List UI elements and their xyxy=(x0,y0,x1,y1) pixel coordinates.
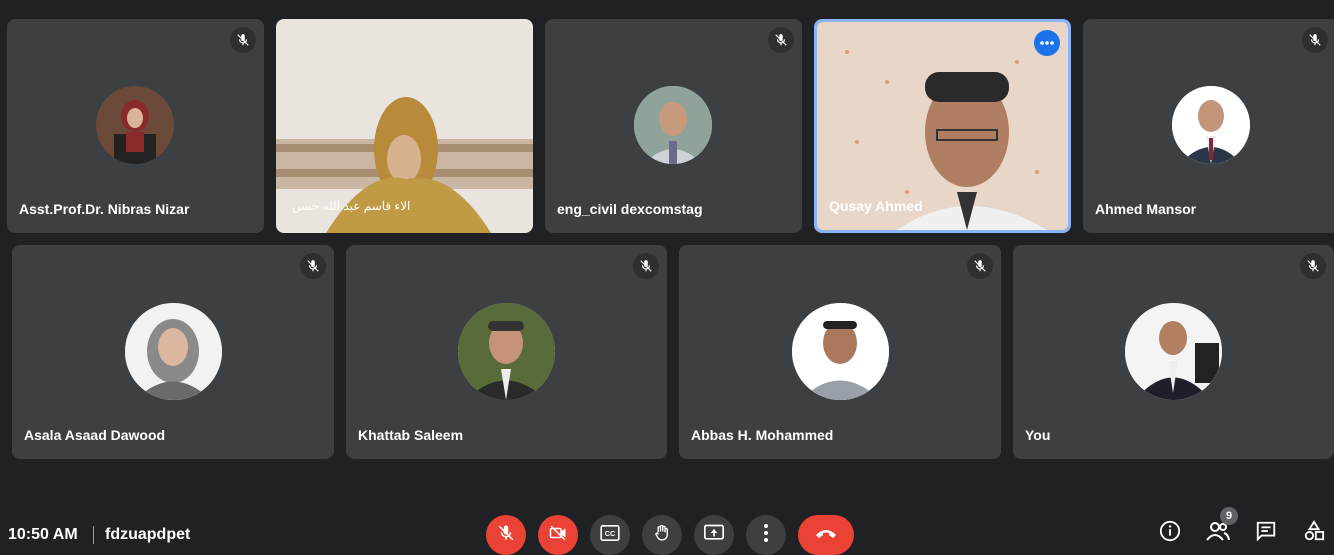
participant-name: الاء قاسم عبد الله حسن xyxy=(292,199,411,213)
participant-name: Asst.Prof.Dr. Nibras Nizar xyxy=(19,201,190,217)
more-options-button[interactable] xyxy=(746,515,786,555)
mic-off-icon xyxy=(230,27,256,53)
avatar xyxy=(96,86,174,164)
present-screen-icon xyxy=(704,524,724,547)
leave-call-button[interactable] xyxy=(798,515,854,555)
clock: 10:50 AM xyxy=(8,526,78,543)
mic-off-icon xyxy=(300,253,326,279)
participant-name: Qusay Ahmed xyxy=(829,198,923,214)
participant-tile-video[interactable]: الاء قاسم عبد الله حسن xyxy=(276,19,533,233)
chat-icon xyxy=(1255,520,1277,547)
avatar xyxy=(125,303,222,400)
participant-count-badge: 9 xyxy=(1220,507,1238,525)
mic-off-icon xyxy=(633,253,659,279)
avatar xyxy=(792,303,889,400)
participant-name: Asala Asaad Dawood xyxy=(24,427,166,443)
mic-off-icon xyxy=(497,524,515,547)
participant-tile[interactable]: Khattab Saleem xyxy=(346,245,667,459)
participant-tile[interactable]: Asst.Prof.Dr. Nibras Nizar xyxy=(7,19,264,233)
participant-name: eng_civil dexcomstag xyxy=(557,201,703,217)
captions-icon: CC xyxy=(600,524,620,546)
mic-off-icon xyxy=(967,253,993,279)
toggle-mic-button[interactable] xyxy=(486,515,526,555)
more-vert-icon xyxy=(764,523,768,547)
hand-icon xyxy=(653,523,671,548)
participant-tile[interactable]: Abbas H. Mohammed xyxy=(679,245,1001,459)
more-options-icon[interactable] xyxy=(1034,30,1060,56)
participant-tile[interactable]: eng_civil dexcomstag xyxy=(545,19,802,233)
avatar xyxy=(1125,303,1222,400)
mic-off-icon xyxy=(1302,27,1328,53)
activities-icon xyxy=(1303,519,1325,547)
participant-tile[interactable]: Asala Asaad Dawood xyxy=(12,245,334,459)
participant-name: You xyxy=(1025,427,1051,443)
mic-off-icon xyxy=(768,27,794,53)
avatar xyxy=(458,303,555,400)
present-now-button[interactable] xyxy=(694,515,734,555)
activities-button[interactable] xyxy=(1301,519,1327,547)
meeting-code: fdzuapdpet xyxy=(105,526,191,543)
participant-tile-self[interactable]: You xyxy=(1013,245,1334,459)
meeting-details-button[interactable] xyxy=(1157,520,1183,546)
participant-tile[interactable]: Ahmed Mansor xyxy=(1083,19,1334,233)
mic-off-icon xyxy=(1300,253,1326,279)
participant-tile-video-active[interactable]: Qusay Ahmed xyxy=(814,19,1071,233)
end-call-icon xyxy=(814,526,838,544)
participant-name: Khattab Saleem xyxy=(358,427,464,443)
captions-button[interactable]: CC xyxy=(590,515,630,555)
avatar xyxy=(634,86,712,164)
info-icon xyxy=(1159,520,1181,547)
avatar xyxy=(1172,86,1250,164)
chat-button[interactable] xyxy=(1253,520,1279,546)
divider xyxy=(93,526,94,544)
raise-hand-button[interactable] xyxy=(642,515,682,555)
camera-off-icon xyxy=(548,524,568,547)
toggle-camera-button[interactable] xyxy=(538,515,578,555)
participant-name: Abbas H. Mohammed xyxy=(691,427,834,443)
participant-name: Ahmed Mansor xyxy=(1095,201,1197,217)
svg-text:CC: CC xyxy=(605,529,615,538)
